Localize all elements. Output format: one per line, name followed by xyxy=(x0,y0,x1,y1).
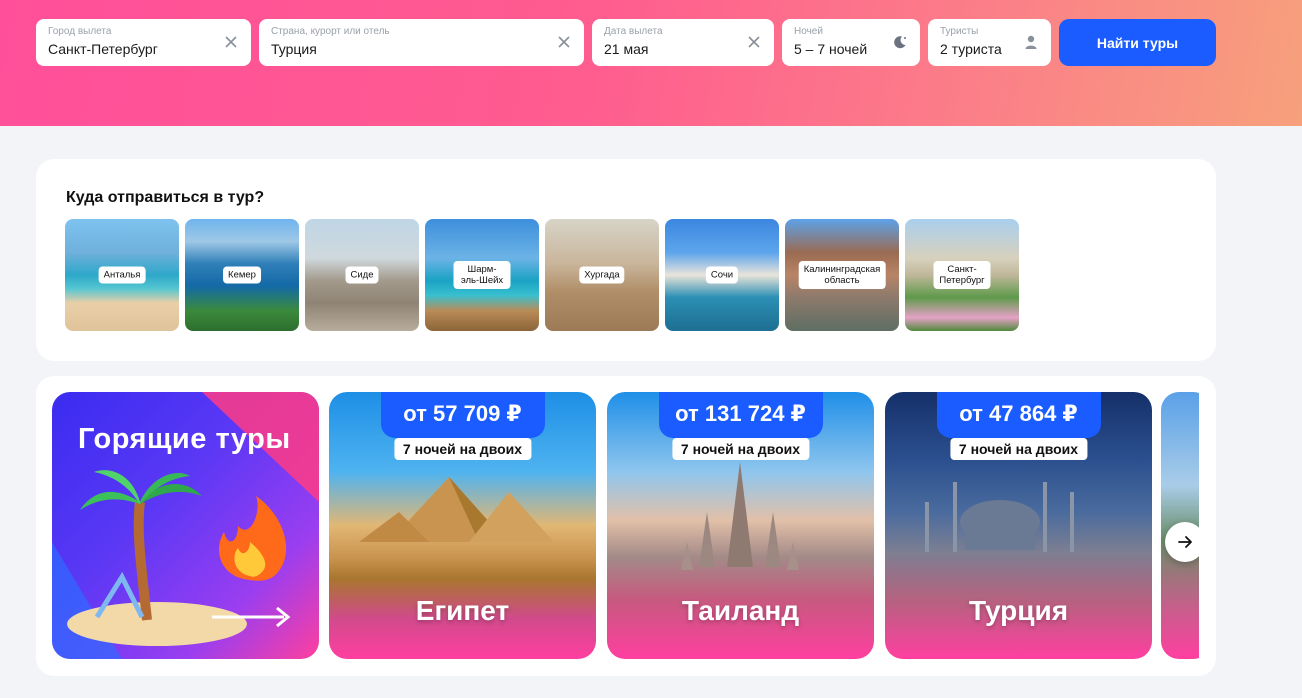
user-icon xyxy=(1025,35,1037,49)
offer-country: Турция xyxy=(968,595,1069,626)
promo-section: Горящие туры от 57 709 ₽ 7 ночей на двои… xyxy=(36,376,1216,676)
tile-sharm[interactable]: Шарм-эль-Шейх xyxy=(425,219,539,331)
arrow-right-icon xyxy=(1178,536,1192,548)
carousel-next-button[interactable] xyxy=(1165,522,1199,562)
tile-kemer[interactable]: Кемер xyxy=(185,219,299,331)
search-tours-button[interactable]: Найти туры xyxy=(1059,19,1216,66)
tile-spb[interactable]: Санкт-Петербург xyxy=(905,219,1019,331)
departure-label: Город вылета xyxy=(48,26,112,37)
offer-price: от 47 864 ₽ xyxy=(936,392,1101,438)
tile-label: Шарм-эль-Шейх xyxy=(453,261,511,289)
offer-country: Таиланд xyxy=(681,595,800,626)
tile-sochi[interactable]: Сочи xyxy=(665,219,779,331)
tile-label: Кемер xyxy=(223,266,261,284)
offer-price: от 57 709 ₽ xyxy=(380,392,545,438)
offer-country: Египет xyxy=(415,595,510,626)
offer-card-egypt[interactable]: от 57 709 ₽ 7 ночей на двоих Египет xyxy=(329,392,596,659)
tile-side[interactable]: Сиде xyxy=(305,219,419,331)
tile-kaliningrad[interactable]: Калининградская область xyxy=(785,219,899,331)
promo-carousel: Горящие туры от 57 709 ₽ 7 ночей на двои… xyxy=(52,392,1199,660)
tile-label: Санкт-Петербург xyxy=(933,261,991,289)
moon-icon xyxy=(894,36,906,49)
offer-card-thailand[interactable]: от 131 724 ₽ 7 ночей на двоих Таиланд xyxy=(607,392,874,659)
tile-label: Хургада xyxy=(579,266,625,284)
hot-tours-card[interactable]: Горящие туры xyxy=(52,392,319,659)
clear-destination-icon[interactable] xyxy=(556,34,572,50)
hot-tours-title: Горящие туры xyxy=(78,423,291,455)
destinations-title: Куда отправиться в тур? xyxy=(66,189,265,206)
date-label: Дата вылета xyxy=(604,26,663,37)
tile-antalya[interactable]: Анталья xyxy=(65,219,179,331)
destination-label: Страна, курорт или отель xyxy=(271,26,390,37)
tile-label: Анталья xyxy=(98,266,146,284)
offer-nights: 7 ночей на двоих xyxy=(671,438,810,460)
departure-value: Санкт-Петербург xyxy=(48,41,158,57)
destination-field[interactable]: Страна, курорт или отель Турция xyxy=(259,19,584,66)
date-value: 21 мая xyxy=(604,41,649,57)
offer-price: от 131 724 ₽ xyxy=(658,392,823,438)
nights-value: 5 – 7 ночей xyxy=(794,41,868,57)
destination-value: Турция xyxy=(271,41,317,57)
destinations-section: Куда отправиться в тур? Анталья Кемер Си… xyxy=(36,159,1216,361)
date-field[interactable]: Дата вылета 21 мая xyxy=(592,19,774,66)
tourists-field[interactable]: Туристы 2 туриста xyxy=(928,19,1051,66)
departure-field[interactable]: Город вылета Санкт-Петербург xyxy=(36,19,251,66)
clear-date-icon[interactable] xyxy=(746,34,762,50)
tile-label: Сочи xyxy=(705,266,739,284)
offer-nights: 7 ночей на двоих xyxy=(949,438,1088,460)
nights-field[interactable]: Ночей 5 – 7 ночей xyxy=(782,19,920,66)
tile-label: Сиде xyxy=(345,266,379,284)
offer-nights: 7 ночей на двоих xyxy=(393,438,532,460)
tile-hurghada[interactable]: Хургада xyxy=(545,219,659,331)
tile-label: Калининградская область xyxy=(798,261,886,289)
clear-departure-icon[interactable] xyxy=(223,34,239,50)
nights-label: Ночей xyxy=(794,26,823,37)
offer-card-turkey[interactable]: от 47 864 ₽ 7 ночей на двоих Турция xyxy=(885,392,1152,659)
